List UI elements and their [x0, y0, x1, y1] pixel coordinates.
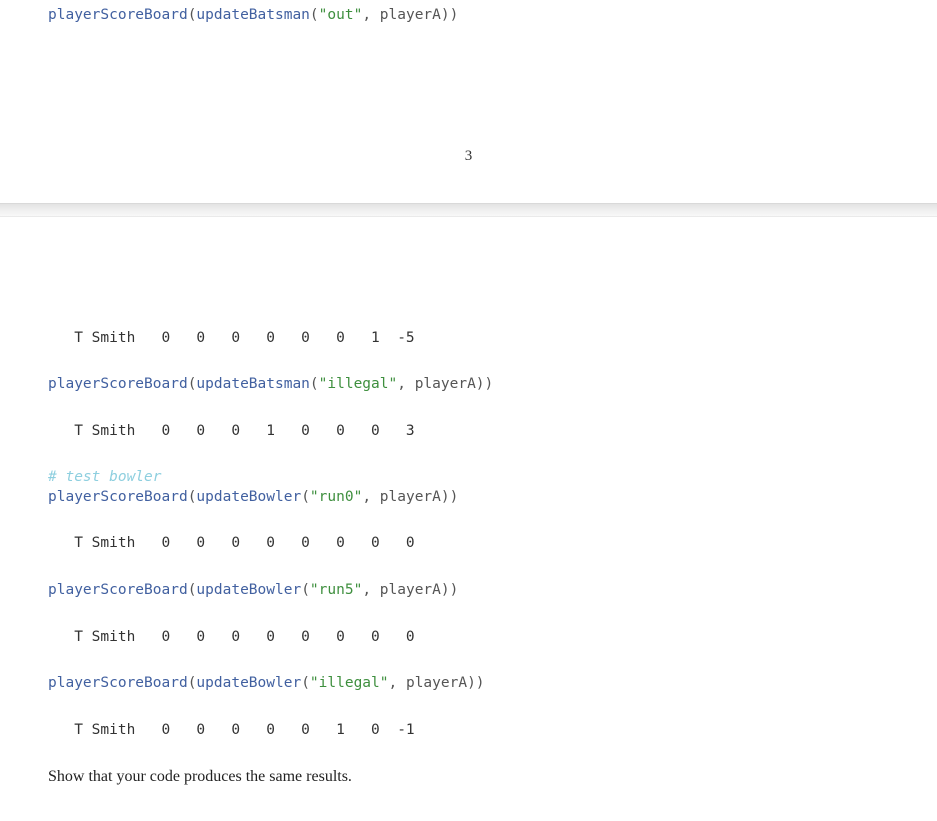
code-line: playerScoreBoard(updateBowler("run0", pl…: [48, 488, 889, 508]
arg-tail: , playerA)): [389, 675, 485, 691]
prose-instruction: Show that your code produces the same re…: [48, 768, 889, 786]
function-name: playerScoreBoard: [48, 675, 188, 691]
string-literal: "run5": [310, 582, 362, 598]
function-name: playerScoreBoard: [48, 7, 188, 23]
output-row: T Smith 0 0 0 0 0 0 0 0: [48, 628, 889, 648]
function-name: updateBowler: [196, 675, 301, 691]
page-number: 3: [48, 148, 889, 165]
function-name: updateBowler: [196, 489, 301, 505]
page-top-section: playerScoreBoard(updateBatsman("out", pl…: [0, 0, 937, 165]
arg-tail: , playerA)): [362, 489, 458, 505]
function-name: updateBowler: [196, 582, 301, 598]
paren: (: [310, 7, 319, 23]
paren: (: [301, 582, 310, 598]
string-literal: "run0": [310, 489, 362, 505]
function-name: updateBatsman: [196, 7, 310, 23]
string-literal: "out": [319, 7, 363, 23]
function-name: playerScoreBoard: [48, 582, 188, 598]
arg-tail: , playerA)): [397, 376, 493, 392]
comment-text: # test bowler: [48, 469, 162, 485]
paren: (: [301, 489, 310, 505]
code-line: playerScoreBoard(updateBowler("run5", pl…: [48, 581, 889, 601]
function-name: playerScoreBoard: [48, 489, 188, 505]
paren: (: [301, 675, 310, 691]
output-row: T Smith 0 0 0 0 0 1 0 -1: [48, 721, 889, 741]
code-block: # test bowler playerScoreBoard (updateBow…: [48, 468, 889, 507]
page-body-section: T Smith 0 0 0 0 0 0 1 -5 playerScoreBoar…: [0, 217, 937, 787]
string-literal: "illegal": [319, 376, 398, 392]
output-row: T Smith 0 0 0 1 0 0 0 3: [48, 422, 889, 442]
function-name: playerScoreBoard: [48, 376, 188, 392]
arg-tail: , playerA)): [362, 7, 458, 23]
code-line: playerScoreBoard(updateBatsman("illegal"…: [48, 375, 889, 395]
output-row: T Smith 0 0 0 0 0 0 0 0: [48, 534, 889, 554]
arg-tail: , playerA)): [362, 582, 458, 598]
function-name: updateBatsman: [196, 376, 310, 392]
paren: (: [310, 376, 319, 392]
comment-line: # test bowler: [48, 468, 889, 488]
code-line-top: playerScoreBoard(updateBatsman("out", pl…: [48, 6, 889, 26]
page-break-divider: [0, 203, 937, 217]
string-literal: "illegal": [310, 675, 389, 691]
code-line: playerScoreBoard(updateBowler("illegal",…: [48, 674, 889, 694]
output-row: T Smith 0 0 0 0 0 0 1 -5: [48, 329, 889, 349]
